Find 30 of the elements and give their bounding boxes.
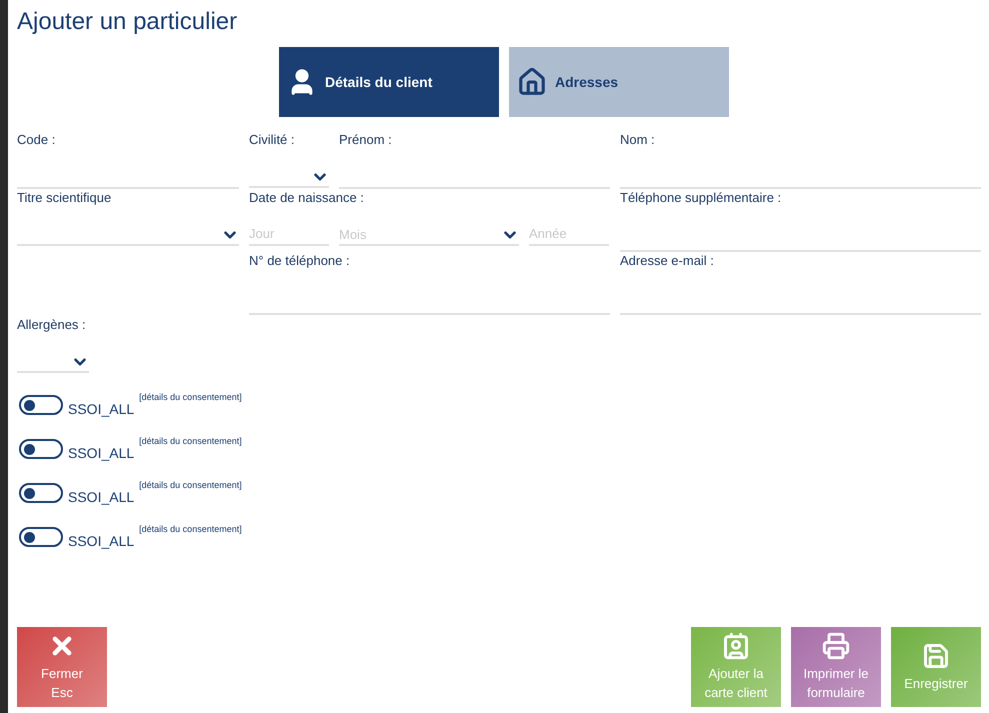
consent-label: SSOI_ALL: [68, 488, 134, 507]
printer-icon: [822, 632, 850, 660]
toggle-switch[interactable]: [19, 483, 63, 503]
field-label: Titre scientifique: [17, 189, 112, 207]
field-label: Téléphone supplémentaire :: [620, 189, 782, 207]
tab[interactable]: Détails du client: [279, 47, 499, 117]
consent-details-link[interactable]: [détails du consentement]: [139, 523, 242, 536]
house-icon: [517, 67, 547, 97]
field-label: Date de naissance :: [249, 189, 365, 207]
toggle-switch[interactable]: [19, 527, 63, 547]
consent-details-link[interactable]: [détails du consentement]: [139, 479, 242, 492]
page-title: Ajouter un particulier: [17, 7, 238, 37]
action-button[interactable]: Imprimer le formulaire: [791, 627, 881, 707]
field-label: Code :: [17, 131, 56, 149]
toggle-switch[interactable]: [19, 439, 63, 459]
consent-label: SSOI_ALL: [68, 400, 134, 419]
toggle-switch[interactable]: [19, 395, 63, 415]
field-label: Allergènes :: [17, 316, 87, 334]
action-button[interactable]: Fermer Esc: [17, 627, 107, 707]
consent-details-link[interactable]: [détails du consentement]: [139, 435, 242, 448]
tab[interactable]: Adresses: [509, 47, 729, 117]
field-label: Prénom :: [339, 131, 393, 149]
field-label: Civilité :: [249, 131, 296, 149]
id-card-icon: [722, 632, 750, 660]
field-label: Nom :: [620, 131, 656, 149]
consent-label: SSOI_ALL: [68, 532, 134, 551]
consent-details-link[interactable]: [détails du consentement]: [139, 391, 242, 404]
field-label: N° de téléphone :: [249, 252, 351, 270]
field-label: Adresse e-mail :: [620, 252, 715, 270]
consent-label: SSOI_ALL: [68, 444, 134, 463]
